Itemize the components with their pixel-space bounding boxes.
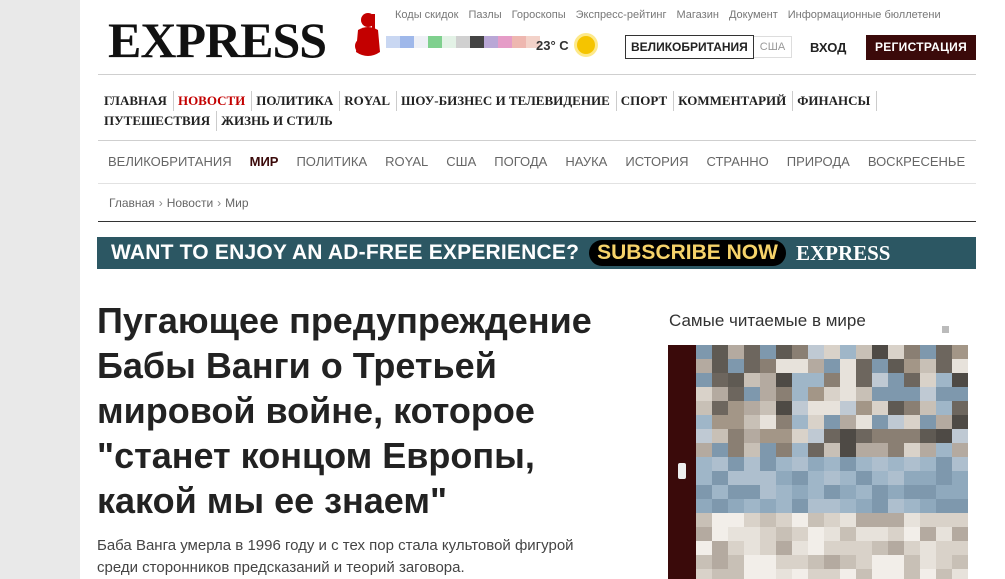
divider: [98, 183, 976, 184]
nav-politics[interactable]: ПОЛИТИКА: [256, 91, 341, 111]
nav-sport[interactable]: СПОРТ: [621, 91, 675, 111]
subscribe-banner[interactable]: WANT TO ENJOY AN AD-FREE EXPERIENCE? SUB…: [97, 237, 976, 269]
subnav-us[interactable]: США: [446, 154, 476, 169]
sun-icon: [576, 36, 595, 54]
breadcrumb-home[interactable]: Главная: [109, 196, 155, 210]
blurred-ad-strip: [386, 36, 540, 48]
top-link-discount-codes[interactable]: Коды скидок: [395, 9, 458, 21]
weather-widget[interactable]: 23° C: [536, 36, 595, 54]
chevron-right-icon: ›: [217, 196, 222, 210]
top-link-express-rating[interactable]: Экспресс-рейтинг: [576, 9, 667, 21]
login-link[interactable]: ВХОД: [810, 40, 846, 55]
nav-finance[interactable]: ФИНАНСЫ: [797, 91, 878, 111]
crest-icon: [355, 13, 380, 56]
banner-logo: EXPRESS: [795, 240, 891, 265]
nav-comment[interactable]: КОММЕНТАРИЙ: [678, 91, 794, 111]
most-read-title: Самые читаемые в мире: [669, 311, 866, 330]
nav-news[interactable]: НОВОСТИ: [178, 91, 253, 111]
subnav-uk[interactable]: ВЕЛИКОБРИТАНИЯ: [108, 154, 232, 169]
primary-nav: ГЛАВНАЯ НОВОСТИ ПОЛИТИКА ROYAL ШОУ-БИЗНЕС И …: [104, 91, 964, 131]
article-headline: Пугающее предупреждение Бабы Ванги о Тре…: [97, 300, 592, 521]
top-link-newsletters[interactable]: Информационные бюллетени: [788, 9, 941, 21]
divider: [98, 221, 976, 222]
register-button[interactable]: РЕГИСТРАЦИЯ: [866, 35, 976, 60]
article-standfirst: Баба Ванга умерла в 1996 году и с тех по…: [97, 537, 574, 576]
page: EXPRESS Коды скидок Пазлы Гороскопы Эксп…: [80, 0, 1005, 579]
subnav-weather[interactable]: ПОГОДА: [494, 154, 547, 169]
divider: [98, 140, 976, 141]
top-link-horoscopes[interactable]: Гороскопы: [512, 9, 566, 21]
express-logo[interactable]: EXPRESS: [108, 11, 327, 69]
subnav-science[interactable]: НАУКА: [565, 154, 607, 169]
nav-travel[interactable]: ПУТЕШЕСТВИЯ: [104, 111, 218, 131]
subnav-weird[interactable]: СТРАННО: [707, 154, 769, 169]
chevron-right-icon: ›: [158, 196, 163, 210]
nav-life-style[interactable]: ЖИЗНЬ И СТИЛЬ: [221, 111, 339, 131]
subnav-nature[interactable]: ПРИРОДА: [787, 154, 850, 169]
carousel-handle[interactable]: [678, 463, 686, 479]
breadcrumb-news[interactable]: Новости: [167, 196, 213, 210]
nav-home[interactable]: ГЛАВНАЯ: [104, 91, 174, 111]
edition-switcher: ВЕЛИКОБРИТАНИЯ США: [625, 35, 793, 59]
subnav-world[interactable]: МИР: [250, 154, 279, 169]
banner-text: WANT TO ENJOY AN AD-FREE EXPERIENCE?: [111, 241, 580, 264]
weather-temp: 23° C: [536, 37, 569, 53]
top-link-shop[interactable]: Магазин: [677, 9, 719, 21]
nav-royal[interactable]: ROYAL: [344, 91, 398, 111]
edition-us[interactable]: США: [753, 36, 793, 58]
most-read-image[interactable]: [668, 345, 968, 579]
subnav-royal[interactable]: ROYAL: [385, 154, 428, 169]
subscribe-now-button[interactable]: SUBSCRIBE NOW: [589, 240, 786, 266]
nav-showbiz-tv[interactable]: ШОУ-БИЗНЕС И ТЕЛЕВИДЕНИЕ: [401, 91, 617, 111]
image-dark-edge: [668, 345, 696, 579]
subnav-politics[interactable]: ПОЛИТИКА: [296, 154, 367, 169]
tiny-marker: [942, 326, 949, 333]
breadcrumb-world[interactable]: Мир: [225, 196, 248, 210]
top-link-document[interactable]: Документ: [729, 9, 778, 21]
site-header: EXPRESS Коды скидок Пазлы Гороскопы Эксп…: [80, 0, 1005, 72]
secondary-nav: ВЕЛИКОБРИТАНИЯ МИР ПОЛИТИКА ROYAL США ПО…: [108, 154, 965, 169]
blurred-image-mosaic: [696, 345, 968, 579]
left-gutter: [0, 0, 80, 579]
divider: [98, 74, 976, 75]
top-links: Коды скидок Пазлы Гороскопы Экспресс-рей…: [395, 9, 941, 21]
subnav-sunday[interactable]: ВОСКРЕСЕНЬЕ: [868, 154, 965, 169]
edition-uk[interactable]: ВЕЛИКОБРИТАНИЯ: [625, 35, 754, 59]
breadcrumb: Главная › Новости › Мир: [109, 196, 249, 210]
top-link-puzzles[interactable]: Пазлы: [468, 9, 501, 21]
subnav-history[interactable]: ИСТОРИЯ: [625, 154, 688, 169]
